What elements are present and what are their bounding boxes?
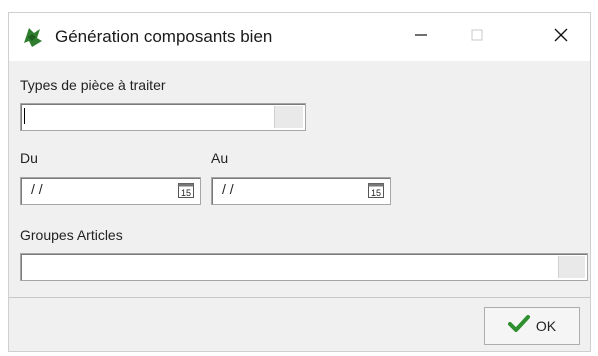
groupes-articles-dropdown-button[interactable] (558, 256, 585, 278)
au-date-field[interactable]: / / 15 (211, 177, 391, 205)
au-calendar-day: 15 (371, 188, 381, 198)
text-caret (24, 108, 25, 124)
ok-button[interactable]: OK (484, 307, 580, 345)
minimize-button[interactable] (393, 13, 449, 61)
app-icon (20, 25, 44, 49)
dialog-window: Génération composants bien Types de pièc… (8, 12, 591, 352)
ok-label: OK (535, 318, 557, 334)
types-piece-field[interactable] (20, 103, 306, 131)
close-icon (553, 27, 569, 48)
au-label: Au (211, 150, 229, 166)
checkmark-icon (507, 314, 530, 338)
calendar-icon[interactable]: 15 (178, 182, 194, 198)
footer-divider (9, 297, 590, 298)
maximize-button[interactable] (449, 13, 505, 61)
groupes-articles-label: Groupes Articles (20, 227, 123, 243)
close-button[interactable] (533, 13, 589, 61)
du-date-value: / / (31, 181, 43, 197)
du-date-field[interactable]: / / 15 (20, 177, 201, 205)
types-piece-dropdown-button[interactable] (274, 106, 303, 128)
du-calendar-day: 15 (181, 188, 191, 198)
types-piece-label: Types de pièce à traiter (20, 77, 166, 93)
minimize-icon (414, 28, 428, 47)
au-date-value: / / (222, 181, 234, 197)
du-label: Du (20, 150, 38, 166)
groupes-articles-field[interactable] (20, 253, 588, 281)
title-bar[interactable]: Génération composants bien (9, 13, 590, 61)
calendar-icon[interactable]: 15 (368, 182, 384, 198)
maximize-icon (470, 28, 484, 47)
window-title: Génération composants bien (55, 27, 273, 46)
